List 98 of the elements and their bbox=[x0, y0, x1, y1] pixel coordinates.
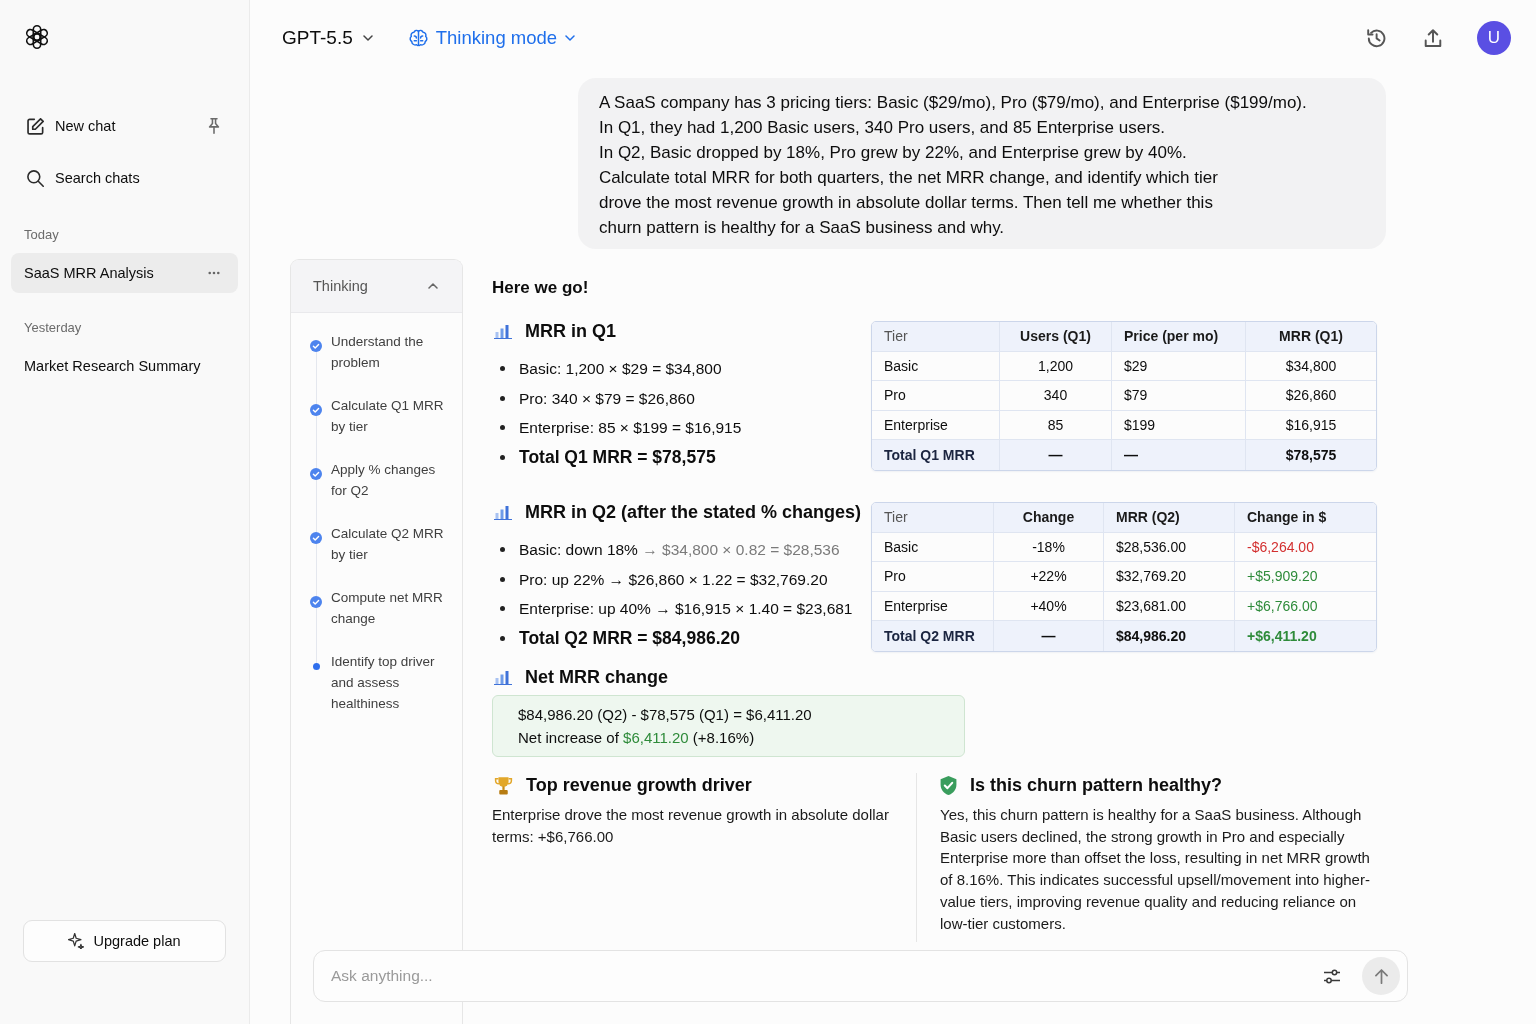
sliders-icon[interactable] bbox=[1323, 968, 1341, 984]
bullet-icon bbox=[500, 425, 505, 431]
table-cell: Pro bbox=[872, 381, 1000, 411]
logo-icon[interactable] bbox=[24, 24, 50, 50]
column-header: Tier bbox=[872, 503, 994, 533]
section-heading: Is this churn pattern healthy? bbox=[970, 774, 1223, 797]
table-cell: $32,769.20 bbox=[1104, 562, 1235, 592]
chat-item[interactable]: SaaS MRR Analysis bbox=[11, 253, 238, 293]
message-text: A SaaS company has 3 pricing tiers: Basic ($29/mo), Pro ($79/mo), and Enterprise ($199/mo). In Q1, they had 1,200 Basic users, 340 Pro users, and 85 Enterprise users. In Q2, Basic dropped by 18%, Pro grew by 22%, and Enterprise grew by 40%. Calculate total MRR for both quarters, the net MRR change, and identify which tier drove the most revenue growth in absolute dollar terms. Then tell me whether this churn pattern is healthy for a SaaS business and why. bbox=[599, 92, 1308, 239]
new-chat-button[interactable]: New chat bbox=[11, 104, 207, 148]
finding-text: Yes, this churn pattern is healthy for a SaaS business. Although Basic users declined, the strong growth in Pro and especially Enterprise more than offset the loss, resulting in net MRR growth of 8.16%. This indicates successful upsell/movement into higher-value tiers, improving revenue quality and reducing reliance on low-tier customers. bbox=[940, 805, 1370, 934]
search-icon bbox=[27, 169, 44, 187]
step-text: Apply % changes for Q2 bbox=[331, 461, 437, 500]
bullet-icon bbox=[500, 395, 505, 401]
table-cell: $28,536.00 bbox=[1104, 532, 1235, 562]
section-label: Yesterday bbox=[23, 319, 83, 337]
table-cell: -18% bbox=[994, 532, 1104, 562]
bullet-icon bbox=[500, 606, 505, 612]
bullet-icon bbox=[500, 366, 505, 372]
section-heading: Net MRR change bbox=[525, 666, 668, 689]
column-header: Tier bbox=[872, 322, 1000, 352]
history-icon[interactable] bbox=[1367, 28, 1386, 48]
section-heading: MRR in Q2 (after the stated % changes) bbox=[525, 501, 862, 524]
more-icon[interactable] bbox=[208, 271, 220, 275]
bullet-text: Enterprise: up 40% → $16,915 × 1.40 = $23,681 bbox=[519, 599, 853, 619]
section-label: Today bbox=[23, 226, 60, 244]
step-text: Identify top driver and assess healthiness bbox=[331, 653, 436, 713]
result-text: Net increase of $6,411.20 (+8.16%) bbox=[518, 728, 756, 748]
table-cell: $29 bbox=[1112, 351, 1246, 381]
table-cell: Total Q2 MRR bbox=[872, 621, 994, 651]
step-text: Compute net MRR change bbox=[331, 589, 444, 628]
section-heading: MRR in Q1 bbox=[525, 320, 616, 343]
edit-icon bbox=[27, 117, 44, 135]
brain-icon bbox=[408, 29, 428, 47]
thinking-toggle[interactable]: Thinking bbox=[291, 260, 462, 313]
bar-chart-icon bbox=[494, 669, 512, 685]
avatar[interactable]: U bbox=[1477, 21, 1511, 55]
bullet-icon bbox=[500, 576, 505, 582]
table-cell: $26,860 bbox=[1246, 381, 1376, 411]
bullet-text: Total Q2 MRR = $84,986.20 bbox=[519, 626, 740, 650]
finding-text: Enterprise drove the most revenue growth in absolute dollar terms: +$6,766.00 bbox=[492, 805, 890, 847]
table-cell: $79 bbox=[1112, 381, 1246, 411]
column-header: MRR (Q2) bbox=[1104, 503, 1235, 533]
column-header: MRR (Q1) bbox=[1246, 322, 1376, 352]
bullet-icon bbox=[500, 635, 505, 641]
bullet-icon bbox=[500, 547, 505, 553]
send-button[interactable] bbox=[1362, 957, 1400, 995]
table-cell: Total Q1 MRR bbox=[872, 440, 1000, 470]
column-header: Users (Q1) bbox=[1000, 322, 1112, 352]
column-header: Change in $ bbox=[1235, 503, 1376, 533]
table-cell: — bbox=[1000, 440, 1112, 470]
table-cell: $34,800 bbox=[1246, 351, 1376, 381]
step-text: Understand the problem bbox=[331, 333, 425, 372]
bullet-text: Enterprise: 85 × $199 = $16,915 bbox=[519, 418, 742, 438]
table-cell: Basic bbox=[872, 532, 994, 562]
section-heading: Top revenue growth driver bbox=[526, 774, 752, 797]
bullet-text: Pro: 340 × $79 = $26,860 bbox=[519, 388, 695, 409]
trophy-icon bbox=[494, 775, 513, 795]
step-text: Calculate Q1 MRR by tier bbox=[331, 397, 445, 436]
table-cell: +22% bbox=[994, 562, 1104, 592]
bar-chart-icon bbox=[494, 323, 512, 339]
bullet-text: Basic: down 18% → $34,800 × 0.82 = $28,536 bbox=[519, 540, 840, 560]
table-cell: — bbox=[1112, 440, 1246, 470]
table-cell: $78,575 bbox=[1246, 440, 1376, 470]
chevron-down-icon bbox=[362, 35, 373, 41]
upgrade-button[interactable]: Upgrade plan bbox=[23, 920, 226, 962]
shield-check-icon bbox=[940, 775, 957, 795]
step-text: Calculate Q2 MRR by tier bbox=[331, 525, 445, 564]
bullet-text: Total Q1 MRR = $78,575 bbox=[519, 445, 716, 469]
chevron-down-icon bbox=[565, 35, 576, 41]
composer-field[interactable]: Ask anything... bbox=[313, 950, 1408, 1002]
table-cell: 1,200 bbox=[1000, 351, 1112, 381]
bar-chart-icon bbox=[494, 504, 512, 520]
search-chats-button[interactable]: Search chats bbox=[11, 156, 238, 200]
bullet-icon bbox=[500, 454, 505, 460]
bullet-text: Basic: 1,200 × $29 = $34,800 bbox=[519, 359, 722, 379]
sparkle-icon bbox=[68, 933, 85, 949]
mode-selector[interactable]: Thinking mode bbox=[408, 27, 576, 49]
answer-intro: Here we go! bbox=[492, 277, 590, 299]
table-cell: +$5,909.20 bbox=[1235, 562, 1376, 592]
formula-text: $84,986.20 (Q2) - $78,575 (Q1) = $6,411.20 bbox=[518, 705, 813, 725]
table-cell: — bbox=[994, 621, 1104, 651]
table-cell: 340 bbox=[1000, 381, 1112, 411]
bullet-text: Pro: up 22% → $26,860 × 1.22 = $32,769.20 bbox=[519, 569, 828, 590]
message-input[interactable]: Ask anything... bbox=[331, 961, 1302, 991]
table-cell: Basic bbox=[872, 351, 1000, 381]
column-header: Change bbox=[994, 503, 1104, 533]
table-cell: +$6,411.20 bbox=[1235, 621, 1376, 651]
arrow-up-icon bbox=[1374, 968, 1388, 984]
table-cell: -$6,264.00 bbox=[1235, 532, 1376, 562]
table-cell: $84,986.20 bbox=[1104, 621, 1235, 651]
column-header: Price (per mo) bbox=[1112, 322, 1246, 352]
table-cell: Pro bbox=[872, 562, 994, 592]
chat-item[interactable]: Market Research Summary bbox=[11, 346, 238, 386]
model-selector[interactable]: GPT-5.5 bbox=[282, 27, 373, 49]
pin-icon[interactable] bbox=[207, 118, 221, 134]
upload-icon[interactable] bbox=[1424, 29, 1442, 47]
chevron-up-icon bbox=[428, 283, 438, 289]
